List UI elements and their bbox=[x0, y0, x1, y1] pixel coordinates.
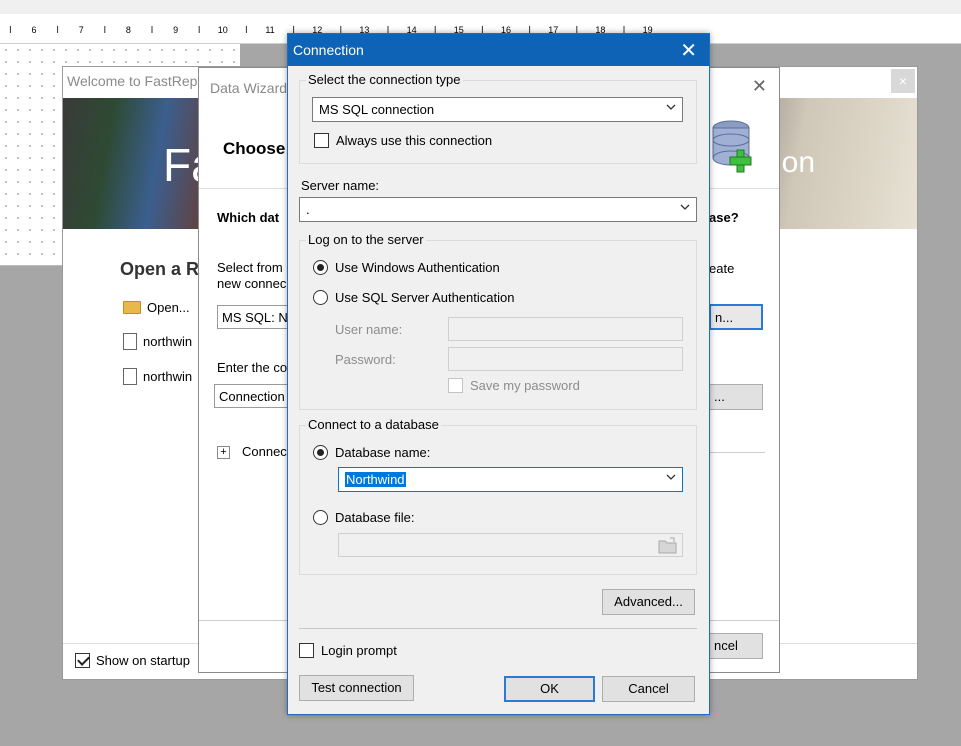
connection-dialog: Connection ✕ Select the connection type … bbox=[287, 33, 710, 715]
recent-item-label: northwin bbox=[143, 333, 193, 349]
banner-text-right: ion bbox=[775, 146, 816, 179]
ruler-number: 10 bbox=[218, 25, 228, 35]
save-password-checkbox[interactable]: Save my password bbox=[448, 378, 580, 393]
recent-file-item[interactable]: northwin bbox=[123, 331, 192, 351]
radio-icon[interactable] bbox=[313, 445, 328, 460]
always-use-checkbox[interactable]: Always use this connection bbox=[314, 133, 492, 148]
user-name-field[interactable] bbox=[448, 317, 683, 341]
chevron-down-icon bbox=[666, 474, 676, 480]
sql-auth-radio[interactable]: Use SQL Server Authentication bbox=[313, 290, 514, 305]
test-connection-button[interactable]: Test connection bbox=[299, 675, 414, 701]
connection-close-button[interactable]: ✕ bbox=[680, 38, 697, 63]
advanced-button[interactable]: Advanced... bbox=[602, 589, 695, 615]
top-toolbar-strip bbox=[0, 0, 961, 14]
database-file-field[interactable] bbox=[338, 533, 683, 557]
database-add-icon bbox=[712, 120, 752, 173]
wizard-connection-node-label: Connec bbox=[242, 444, 287, 459]
select-from-line1: Select from bbox=[217, 260, 283, 275]
database-group-label: Connect to a database bbox=[306, 417, 441, 432]
wizard-create-label: eate bbox=[709, 261, 735, 276]
connection-type-group bbox=[299, 80, 697, 164]
login-prompt-checkbox[interactable]: Login prompt bbox=[299, 643, 397, 658]
database-name-value: Northwind bbox=[345, 472, 406, 487]
recent-open-item[interactable]: Open... bbox=[123, 297, 190, 317]
connection-type-value: MS SQL connection bbox=[319, 102, 435, 117]
connection-title: Connection bbox=[293, 42, 364, 58]
folder-icon bbox=[123, 300, 141, 314]
database-name-combo[interactable]: Northwind bbox=[338, 467, 683, 492]
dialog-separator bbox=[299, 628, 697, 629]
save-password-label: Save my password bbox=[470, 378, 580, 393]
database-name-label: Database name: bbox=[335, 445, 431, 460]
show-on-startup-label: Show on startup bbox=[96, 653, 190, 668]
ok-button[interactable]: OK bbox=[504, 676, 595, 702]
password-field[interactable] bbox=[448, 347, 683, 371]
connection-type-dropdown[interactable]: MS SQL connection bbox=[312, 97, 683, 122]
welcome-title: Welcome to FastRep bbox=[67, 73, 198, 89]
radio-icon[interactable] bbox=[313, 510, 328, 525]
wizard-separator bbox=[709, 452, 765, 453]
chevron-down-icon bbox=[666, 104, 676, 110]
database-file-radio[interactable]: Database file: bbox=[313, 510, 415, 525]
wizard-select-from-label: Select from new connec bbox=[217, 260, 286, 292]
select-from-line2: new connec bbox=[217, 276, 287, 291]
server-name-label: Server name: bbox=[301, 178, 380, 193]
database-file-label: Database file: bbox=[335, 510, 415, 525]
open-recent-heading: Open a R bbox=[120, 259, 200, 279]
server-name-combo[interactable]: . bbox=[299, 197, 697, 222]
file-icon bbox=[123, 332, 137, 350]
welcome-close-button[interactable]: × bbox=[891, 69, 915, 93]
wizard-new-connection-button[interactable]: n... bbox=[709, 304, 763, 330]
checkbox-icon[interactable] bbox=[75, 653, 90, 668]
connection-titlebar: Connection ✕ bbox=[288, 34, 709, 66]
recent-file-item[interactable]: northwin bbox=[123, 366, 192, 386]
checkbox-icon[interactable] bbox=[299, 643, 314, 658]
checkbox-icon[interactable] bbox=[448, 378, 463, 393]
login-prompt-label: Login prompt bbox=[321, 643, 397, 658]
wizard-close-button[interactable]: ✕ bbox=[752, 76, 767, 97]
ruler-number: 7 bbox=[79, 25, 84, 35]
connection-type-group-label: Select the connection type bbox=[306, 72, 463, 87]
open-folder-icon[interactable] bbox=[658, 537, 678, 554]
sql-auth-label: Use SQL Server Authentication bbox=[335, 290, 515, 305]
wizard-title: Data Wizard bbox=[210, 80, 288, 96]
recent-item-label: Open... bbox=[147, 299, 190, 315]
password-label: Password: bbox=[335, 352, 396, 367]
show-on-startup-checkbox[interactable]: Show on startup bbox=[75, 653, 190, 668]
user-name-label: User name: bbox=[335, 322, 403, 337]
ruler-number: 11 bbox=[265, 25, 274, 35]
wizard-enter-label: Enter the co bbox=[217, 360, 288, 375]
checkbox-icon[interactable] bbox=[314, 133, 329, 148]
wizard-question-right: ase? bbox=[709, 210, 739, 225]
ruler-number: 9 bbox=[173, 25, 178, 35]
wizard-edit-connection-button[interactable]: ... bbox=[709, 384, 763, 410]
radio-icon[interactable] bbox=[313, 260, 328, 275]
cancel-button[interactable]: Cancel bbox=[602, 676, 695, 702]
radio-icon[interactable] bbox=[313, 290, 328, 305]
server-name-value: . bbox=[306, 202, 310, 217]
wizard-cancel-button[interactable]: ncel bbox=[709, 633, 763, 659]
wizard-question: Which dat bbox=[217, 210, 280, 225]
logon-group-label: Log on to the server bbox=[306, 232, 426, 247]
file-icon bbox=[123, 367, 137, 385]
chevron-down-icon bbox=[680, 204, 690, 210]
ruler-number: 8 bbox=[126, 25, 131, 35]
expand-icon[interactable]: + bbox=[217, 446, 230, 459]
windows-auth-radio[interactable]: Use Windows Authentication bbox=[313, 260, 500, 275]
database-name-radio[interactable]: Database name: bbox=[313, 445, 430, 460]
always-use-label: Always use this connection bbox=[336, 133, 493, 148]
ruler-number: 6 bbox=[31, 25, 36, 35]
recent-item-label: northwin bbox=[143, 368, 193, 384]
wizard-heading: Choose bbox=[223, 139, 286, 158]
windows-auth-label: Use Windows Authentication bbox=[335, 260, 500, 275]
